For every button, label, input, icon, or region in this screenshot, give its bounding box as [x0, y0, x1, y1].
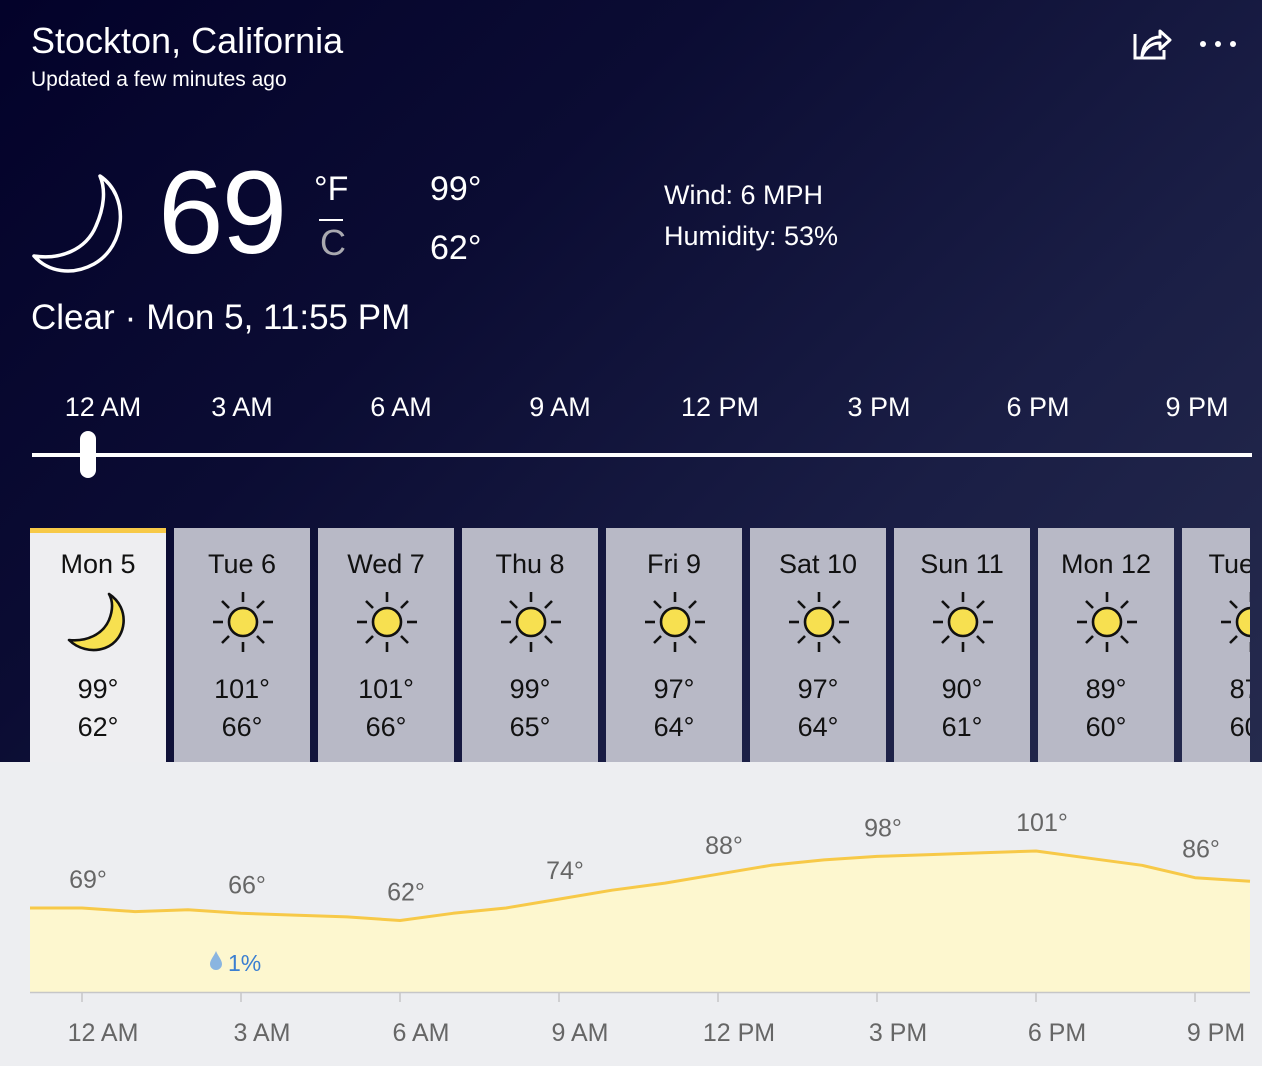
more-options-icon [1200, 41, 1236, 47]
day-high: 101° [214, 674, 270, 704]
condition-line: Clear · Mon 5, 11:55 PM [31, 298, 410, 338]
updated-timestamp: Updated a few minutes ago [31, 68, 287, 91]
temperature-label: 101° [1016, 809, 1068, 837]
day-high: 89° [1085, 674, 1127, 704]
slider-label: 12 PM [680, 392, 760, 422]
day-card-sat-10[interactable]: Sat 10 97° 64° [750, 528, 886, 762]
day-name: Sat 10 [778, 549, 858, 579]
day-high: 99° [509, 674, 551, 704]
day-name: Thu 8 [495, 549, 565, 579]
slider-label: 12 AM [64, 392, 142, 422]
temperature-area [30, 851, 1250, 992]
x-tick-label: 9 PM [1187, 1019, 1245, 1047]
x-tick-label: 12 AM [68, 1019, 139, 1047]
day-card-thu-8[interactable]: Thu 8 99° 65° [462, 528, 598, 762]
day-low: 65° [509, 712, 551, 742]
day-card-mon-12[interactable]: Mon 12 89° 60° [1038, 528, 1174, 762]
precipitation-label: 1% [228, 950, 261, 976]
hourly-temperature-chart: 12 AM 3 AM 6 AM 9 AM 12 PM 3 PM 6 PM 9 PM 69° 66°… [0, 762, 1262, 1066]
temperature-label: 69° [69, 866, 107, 894]
condition-text: Clear [31, 298, 115, 337]
temperature-label: 88° [705, 832, 743, 860]
day-high: 97° [797, 674, 839, 704]
unit-fahrenheit-toggle[interactable]: °F [314, 170, 348, 209]
day-high: 90° [941, 674, 983, 704]
current-temperature: 69 [158, 147, 287, 279]
separator: · [124, 298, 137, 337]
unit-celsius-toggle[interactable]: C [320, 222, 346, 264]
day-low: 66° [221, 712, 263, 742]
sun-icon [211, 590, 275, 654]
x-tick-label: 6 AM [393, 1019, 450, 1047]
wind-speed: Wind: 6 MPH [664, 180, 824, 210]
sun-icon [931, 590, 995, 654]
x-tick-label: 3 PM [869, 1019, 927, 1047]
time-slider-labels: 12 AM 3 AM 6 AM 9 AM 12 PM 3 PM 6 PM 9 P… [0, 392, 1262, 426]
day-high: 101° [358, 674, 414, 704]
slider-label: 9 AM [529, 392, 591, 422]
today-high: 99° [430, 170, 482, 208]
share-icon [1133, 29, 1172, 60]
temperature-label: 74° [546, 857, 584, 885]
location-title: Stockton, California [31, 20, 344, 61]
day-low: 62° [77, 712, 119, 742]
day-high: 87° [1229, 674, 1250, 704]
day-card-tue-6[interactable]: Tue 6 101° 66° [174, 528, 310, 762]
day-name: Fri 9 [647, 549, 701, 579]
more-options-button[interactable] [1196, 30, 1240, 58]
day-card-mon-5[interactable]: Mon 5 99° 62° [30, 528, 166, 762]
slider-label: 6 PM [1006, 392, 1070, 422]
time-slider-thumb[interactable] [80, 431, 96, 478]
day-low: 60° [1085, 712, 1127, 742]
day-high: 99° [77, 674, 119, 704]
temperature-label: 98° [864, 814, 902, 842]
current-conditions-panel: Stockton, California Updated a few minut… [0, 0, 1262, 762]
day-name: Mon 5 [60, 549, 136, 579]
day-name: Wed 7 [347, 549, 425, 579]
day-name: Sun 11 [920, 549, 1004, 579]
unit-divider [319, 219, 343, 221]
moon-icon [67, 590, 131, 654]
sun-icon [1075, 590, 1139, 654]
day-low: 64° [797, 712, 839, 742]
day-card-tue-13[interactable]: Tue 13 87° 60° [1182, 528, 1250, 762]
sun-icon [499, 590, 563, 654]
slider-label: 3 PM [847, 392, 911, 422]
x-tick-label: 3 AM [234, 1019, 291, 1047]
day-name: Mon 12 [1060, 549, 1152, 579]
condition-datetime: Mon 5, 11:55 PM [146, 298, 411, 337]
temperature-label: 86° [1182, 836, 1220, 864]
chart-svg: 12 AM 3 AM 6 AM 9 AM 12 PM 3 PM 6 PM 9 PM 69° 66°… [30, 809, 1251, 1047]
daily-forecast-strip: Mon 5 99° 62° Tue 6 101° 66° Wed 7 101° 66° Thu 8… [30, 528, 1250, 762]
slider-label: 3 AM [211, 392, 273, 422]
temperature-label: 66° [228, 871, 266, 899]
sun-icon [355, 590, 419, 654]
day-low: 64° [653, 712, 695, 742]
sun-icon [787, 590, 851, 654]
day-card-fri-9[interactable]: Fri 9 97° 64° [606, 528, 742, 762]
x-tick-label: 9 AM [552, 1019, 609, 1047]
day-name: Tue 13 [1208, 549, 1250, 579]
day-low: 66° [365, 712, 407, 742]
day-card-sun-11[interactable]: Sun 11 90° 61° [894, 528, 1030, 762]
day-card-wed-7[interactable]: Wed 7 101° 66° [318, 528, 454, 762]
day-low: 60° [1229, 712, 1250, 742]
slider-label: 9 PM [1165, 392, 1229, 422]
humidity: Humidity: 53% [664, 221, 839, 251]
x-tick-label: 12 PM [703, 1019, 775, 1047]
day-high: 97° [653, 674, 695, 704]
sun-icon [1219, 590, 1250, 654]
day-low: 61° [941, 712, 983, 742]
day-name: Tue 6 [207, 549, 277, 579]
moon-outline-icon [30, 172, 128, 276]
time-slider-track[interactable] [32, 453, 1252, 457]
x-tick-label: 6 PM [1028, 1019, 1086, 1047]
today-low: 62° [430, 229, 482, 267]
temperature-label: 62° [387, 878, 425, 906]
slider-label: 6 AM [370, 392, 432, 422]
share-button[interactable] [1130, 22, 1174, 64]
sun-icon [643, 590, 707, 654]
